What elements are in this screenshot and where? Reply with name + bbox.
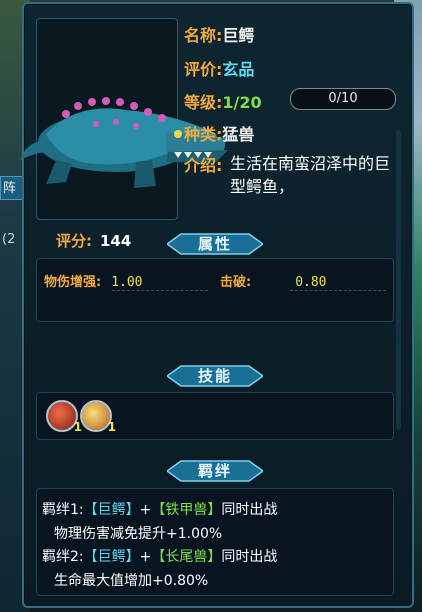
skills-header: 技能 bbox=[167, 365, 263, 387]
claw-skill-icon[interactable]: 1 bbox=[46, 400, 82, 434]
pet-type-row: 种类:猛兽 bbox=[184, 121, 254, 145]
bond-2-effect: 生命最大值增加+0.80% bbox=[54, 573, 209, 589]
pet-level: 1/20 bbox=[222, 93, 262, 112]
score-row: 评分: 144 bbox=[56, 230, 131, 251]
attributes-header: 属性 bbox=[167, 233, 263, 255]
type-label: 种类: bbox=[184, 125, 223, 144]
fang-skill-icon[interactable]: 1 bbox=[80, 400, 116, 434]
pet-description: 生活在南蛮沼泽中的巨型鳄鱼， bbox=[230, 154, 391, 196]
pet-type: 猛兽 bbox=[222, 125, 255, 144]
attr-physical-boost: 物伤增强: 1.00 bbox=[44, 275, 143, 290]
name-label: 名称: bbox=[184, 26, 223, 45]
score-value: 144 bbox=[100, 232, 132, 250]
bond-1: 羁绊1:【巨鳄】+【铁甲兽】同时出战 bbox=[42, 502, 278, 518]
attr-divider bbox=[112, 290, 208, 291]
bonds-header: 羁绊 bbox=[167, 460, 263, 482]
pet-name: 巨鳄 bbox=[222, 26, 255, 45]
bond-2: 羁绊2:【巨鳄】+【长尾兽】同时出战 bbox=[42, 549, 278, 565]
exp-progress-bar: 0/10 bbox=[290, 88, 396, 110]
desc-label-row: 介绍: bbox=[184, 152, 222, 176]
desc-label: 介绍: bbox=[184, 156, 223, 175]
pet-name-row: 名称:巨鳄 bbox=[184, 22, 254, 46]
panel-scrollbar[interactable] bbox=[396, 130, 401, 430]
attr-divider bbox=[290, 290, 386, 291]
grade-label: 评价: bbox=[184, 60, 223, 79]
background-count: (2 bbox=[2, 232, 16, 247]
pet-level-row: 等级:1/20 bbox=[184, 89, 262, 113]
bond-1-effect: 物理伤害减免提升+1.00% bbox=[54, 526, 223, 542]
score-label: 评分: bbox=[56, 232, 92, 250]
pet-grade: 玄品 bbox=[222, 60, 255, 79]
attr-break: 击破: 0.80 bbox=[220, 275, 327, 290]
level-label: 等级: bbox=[184, 93, 223, 112]
pet-grade-row: 评价:玄品 bbox=[184, 56, 254, 80]
